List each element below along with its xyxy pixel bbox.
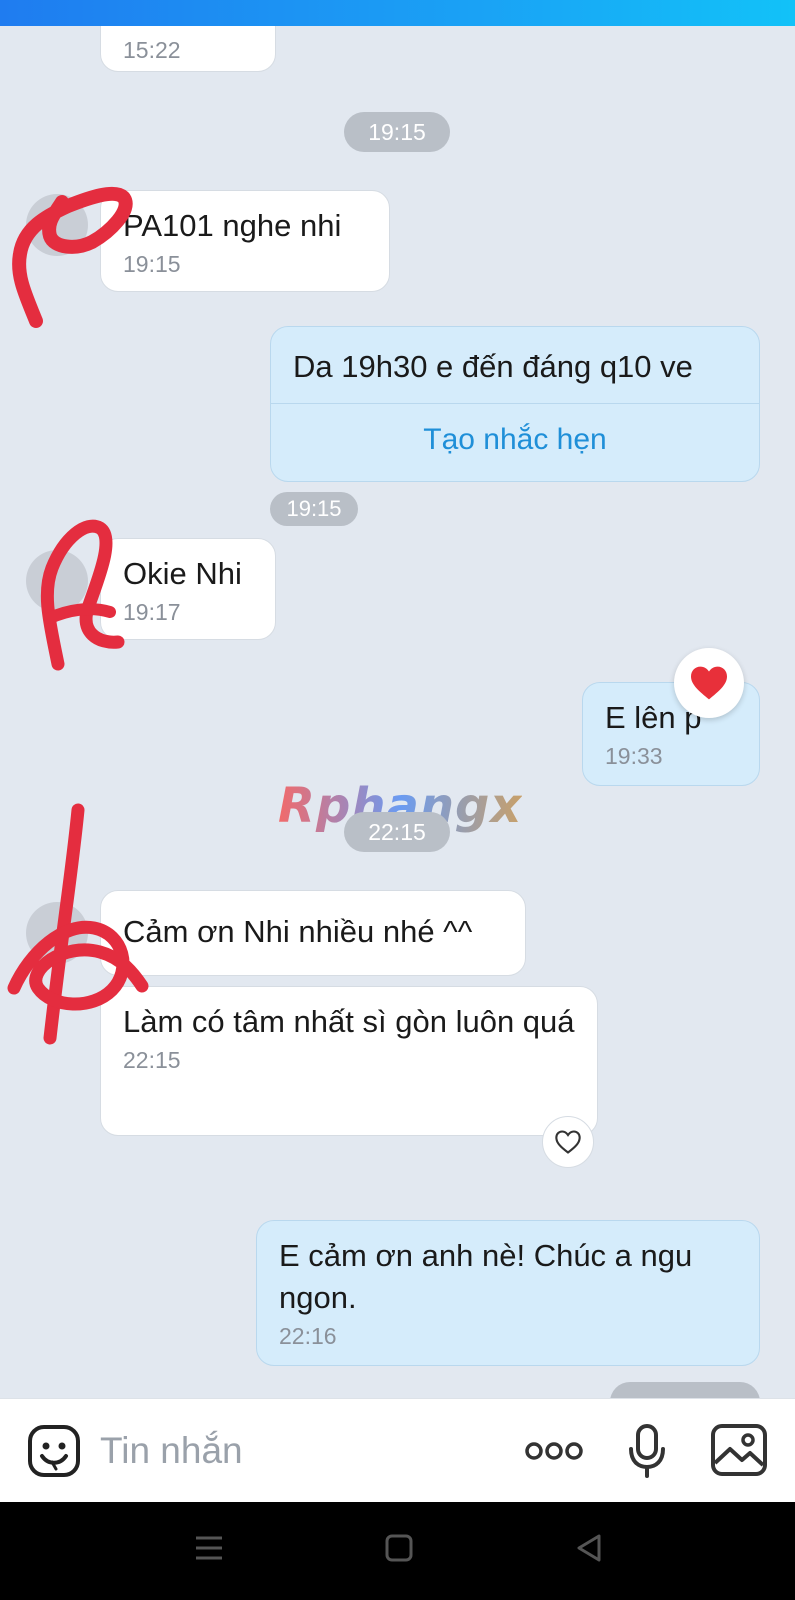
message-bubble-incoming[interactable]: PA101 nghe nhi 19:15 [100, 190, 390, 292]
image-icon[interactable] [710, 1423, 768, 1482]
time-divider: 22:15 [344, 812, 450, 852]
message-bubble-incoming[interactable]: Okie Nhi 19:17 [100, 538, 276, 640]
message-text: PA101 nghe nhi [123, 208, 342, 243]
composer-bar [0, 1398, 795, 1502]
microphone-icon[interactable] [626, 1423, 668, 1484]
home-icon[interactable] [384, 1532, 414, 1569]
time-divider: 19:15 [344, 112, 450, 152]
heart-outline-icon [555, 1130, 581, 1154]
avatar[interactable] [26, 550, 88, 612]
status-bar [0, 0, 795, 26]
message-text: Làm có tâm nhất sì gòn luôn quá [123, 1004, 575, 1039]
menu-icon[interactable] [194, 1532, 224, 1569]
reaction-heart[interactable] [674, 648, 744, 718]
message-time: 22:15 [123, 1047, 181, 1073]
message-bubble-outgoing[interactable]: E cảm ơn anh nè! Chúc a ngu ngon. 22:16 [256, 1220, 760, 1366]
avatar[interactable] [26, 194, 88, 256]
message-bubble-incoming[interactable]: Làm có tâm nhất sì gòn luôn quá 22:15 [100, 986, 598, 1136]
more-dots-icon[interactable] [524, 1439, 584, 1468]
message-text: Cảm ơn Nhi nhiều nhé ^^ [123, 914, 473, 949]
message-bubble-incoming[interactable]: 15:22 [100, 26, 276, 72]
message-text: E cảm ơn anh nè! Chúc a ngu ngon. [279, 1238, 693, 1315]
message-time: 19:15 [123, 251, 181, 277]
sticker-face-icon[interactable] [26, 1423, 82, 1484]
message-bubble-outgoing[interactable]: Da 19h30 e đến đáng q10 ve Tạo nhắc hẹn [270, 326, 760, 482]
message-time: 19:33 [605, 743, 663, 769]
back-icon[interactable] [574, 1532, 604, 1569]
divider [271, 403, 759, 404]
message-time: 15:22 [123, 37, 181, 63]
message-time: 22:16 [279, 1323, 337, 1349]
system-nav-bar [0, 1502, 795, 1600]
message-time: 19:17 [123, 599, 181, 625]
seen-status-pill [610, 1382, 760, 1398]
avatar[interactable] [26, 902, 88, 964]
message-text: Okie Nhi [123, 556, 242, 591]
message-input[interactable] [100, 1425, 500, 1477]
chat-thread[interactable]: 15:22 19:15 PA101 nghe nhi 19:15 Da 19h3… [0, 26, 795, 1398]
create-reminder-link[interactable]: Tạo nhắc hẹn [271, 423, 759, 457]
heart-icon [691, 666, 727, 700]
message-bubble-incoming[interactable]: Cảm ơn Nhi nhiều nhé ^^ [100, 890, 526, 976]
message-text: Da 19h30 e đến đáng q10 ve [293, 349, 693, 384]
message-time: 19:15 [270, 492, 358, 526]
like-button[interactable] [542, 1116, 594, 1168]
